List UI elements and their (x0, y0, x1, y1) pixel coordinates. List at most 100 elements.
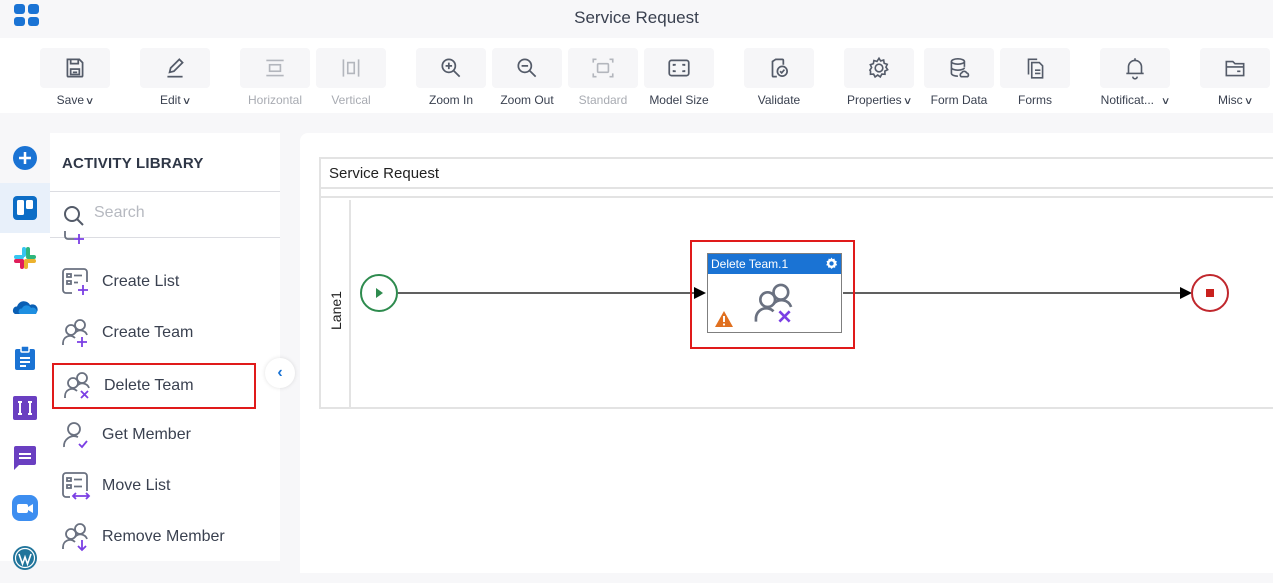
database-icon (950, 57, 970, 78)
chevron-left-icon: ‹ (277, 364, 283, 381)
title-bar: Service Request (0, 0, 1273, 38)
save-label: Save (56, 93, 85, 107)
library-item-delete-team[interactable]: Delete Team (52, 363, 256, 409)
rail-onedrive[interactable] (0, 283, 50, 333)
task-delete-team[interactable]: Delete Team.1 (707, 253, 842, 333)
task-title: Delete Team.1 (711, 257, 789, 271)
properties-label: Properties (846, 93, 902, 107)
create-list-icon (62, 268, 88, 295)
move-list-icon (62, 472, 91, 500)
forms-button[interactable]: Forms (1000, 48, 1070, 107)
horizontal-button[interactable]: Horizontal (240, 48, 310, 107)
validate-icon (771, 58, 788, 78)
standard-label: Standard (578, 93, 628, 107)
remove-member-icon (62, 523, 88, 552)
zoom-in-icon (441, 58, 461, 78)
get-member-icon (63, 422, 88, 449)
rail-clipboard[interactable] (0, 333, 50, 383)
standard-size-icon (592, 58, 614, 78)
rail-zoom[interactable] (0, 483, 50, 533)
create-team-icon (62, 319, 88, 347)
lane-header[interactable]: Lane1 (321, 200, 351, 407)
rail-wordpress[interactable] (0, 533, 50, 583)
rail-add[interactable] (0, 133, 50, 183)
vertical-button[interactable]: Vertical (316, 48, 386, 107)
properties-button[interactable]: Properties∨ (844, 48, 914, 107)
library-title: ACTIVITY LIBRARY (62, 155, 204, 172)
zoom-in-button[interactable]: Zoom In (416, 48, 486, 107)
vertical-label: Vertical (331, 93, 371, 107)
onedrive-icon (12, 301, 38, 314)
slack-icon (14, 247, 36, 269)
trello-icon (13, 196, 37, 220)
library-item-label: Create List (102, 273, 180, 290)
library-item-move-list[interactable]: Move List (52, 463, 256, 509)
standard-button[interactable]: Standard (568, 48, 638, 107)
library-item-get-member[interactable]: Get Member (52, 412, 256, 458)
pool-title: Service Request (321, 159, 1273, 189)
delete-team-icon (64, 372, 90, 399)
validate-label: Validate (757, 93, 801, 107)
plus-circle-icon (13, 146, 37, 170)
library-item-label: Delete Team (104, 377, 194, 394)
text-app-icon (13, 396, 37, 420)
chevron-down-icon: ∨ (1243, 96, 1254, 107)
forms-label: Forms (1018, 93, 1052, 107)
pool-divider (321, 189, 1273, 198)
zoom-in-label: Zoom In (428, 93, 473, 107)
rail-slack[interactable] (0, 233, 50, 283)
clipboard-icon (15, 345, 35, 370)
chevron-down-icon: ∨ (902, 96, 913, 107)
forms-icon (1027, 58, 1044, 79)
end-event[interactable] (1191, 274, 1229, 312)
wordpress-icon (13, 546, 37, 570)
model-size-icon (668, 59, 690, 77)
gear-icon[interactable] (825, 257, 838, 270)
horizontal-align-icon (266, 59, 284, 77)
library-item-remove-member[interactable]: Remove Member (52, 514, 256, 560)
activity-library: ACTIVITY LIBRARY Create List Create Team… (50, 133, 280, 561)
edit-label: Edit (159, 93, 181, 107)
warning-icon[interactable] (714, 310, 734, 328)
zoom-out-button[interactable]: Zoom Out (492, 48, 562, 107)
form-data-button[interactable]: Form Data (924, 48, 994, 107)
page-title: Service Request (574, 8, 699, 27)
library-item-create-list[interactable]: Create List (52, 259, 256, 305)
edit-button[interactable]: Edit∨ (140, 48, 210, 107)
library-item-label: Get Member (102, 426, 191, 443)
rail-chat[interactable] (0, 433, 50, 483)
chevron-down-icon: ∨ (1160, 96, 1171, 107)
notifications-label: Notificat... (1100, 93, 1155, 107)
notifications-button[interactable]: Notificat... ∨ (1100, 48, 1170, 107)
save-button[interactable]: Save∨ (40, 48, 110, 107)
lane-label: Lane1 (328, 291, 344, 330)
misc-button[interactable]: Misc∨ (1200, 48, 1270, 107)
model-size-label: Model Size (649, 93, 709, 107)
validate-button[interactable]: Validate (744, 48, 814, 107)
chevron-down-icon: ∨ (181, 96, 192, 107)
collapse-library-button[interactable]: ‹ (265, 358, 295, 388)
folder-icon (1225, 60, 1245, 77)
misc-label: Misc (1218, 93, 1243, 107)
form-data-label: Form Data (930, 93, 988, 107)
start-event[interactable] (360, 274, 398, 312)
task-header: Delete Team.1 (708, 254, 841, 274)
partial-item-icon (64, 231, 84, 244)
rail-text-app[interactable] (0, 383, 50, 433)
vertical-align-icon (342, 59, 360, 77)
bell-icon (1126, 58, 1144, 80)
library-item-create-team[interactable]: Create Team (52, 310, 256, 356)
chevron-down-icon: ∨ (84, 96, 95, 107)
toolbar: Save∨ Edit∨ Horizontal Vertical Zoom In … (0, 38, 1273, 113)
horizontal-label: Horizontal (247, 93, 303, 107)
chat-icon (14, 446, 36, 470)
zoom-out-icon (517, 58, 537, 78)
search-input[interactable] (94, 204, 264, 222)
left-rail (0, 133, 50, 570)
model-size-button[interactable]: Model Size (644, 48, 714, 107)
zoom-video-icon (12, 495, 38, 521)
gear-icon (868, 56, 889, 79)
search-icon (64, 206, 84, 226)
rail-trello[interactable] (0, 183, 50, 233)
save-icon (66, 58, 84, 78)
